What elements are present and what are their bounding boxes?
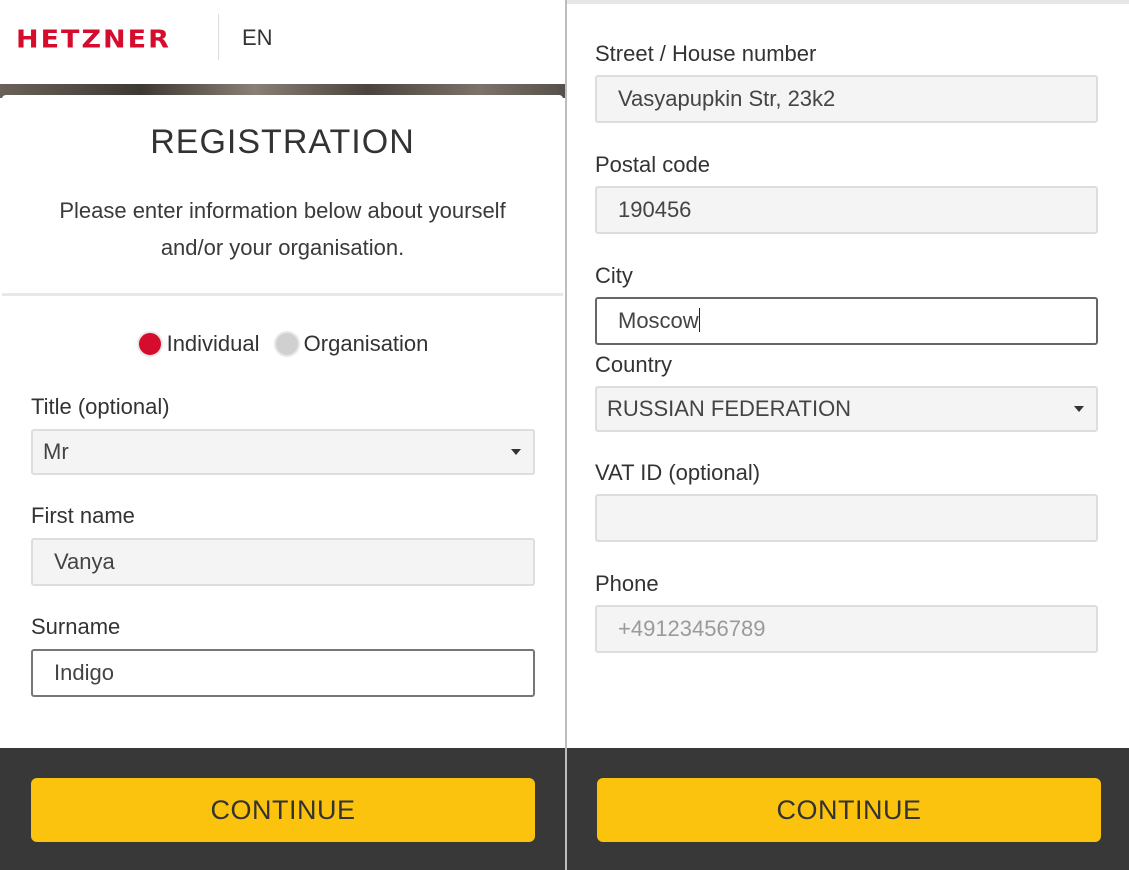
first-name-input[interactable]: Vanya bbox=[31, 538, 535, 586]
vat-id-label: VAT ID (optional) bbox=[595, 460, 761, 485]
street-label: Street / House number bbox=[595, 41, 817, 66]
phone-input[interactable]: +49123456789 bbox=[595, 605, 1098, 653]
radio-organisation[interactable]: Organisation bbox=[273, 331, 429, 357]
city-label: City bbox=[595, 263, 633, 288]
country-label: Country bbox=[595, 352, 673, 377]
postal-code-input[interactable]: 190456 bbox=[595, 186, 1098, 234]
header-divider bbox=[218, 14, 219, 60]
registration-card: REGISTRATION Please enter information be… bbox=[2, 95, 563, 755]
radio-organisation-label: Organisation bbox=[303, 331, 429, 356]
title-select[interactable]: Mr bbox=[31, 429, 535, 475]
continue-button[interactable]: CONTINUE bbox=[597, 778, 1101, 842]
title-select-value: Mr bbox=[43, 439, 69, 464]
page-subtitle: Please enter information below about you… bbox=[32, 192, 533, 266]
chevron-down-icon bbox=[1074, 406, 1084, 412]
first-name-label: First name bbox=[31, 503, 135, 528]
language-selector[interactable]: EN bbox=[242, 25, 273, 51]
subtitle-line-2: and/or your organisation. bbox=[160, 235, 405, 260]
text-cursor bbox=[698, 308, 700, 332]
subtitle-line-1: Please enter information below about you… bbox=[59, 198, 506, 223]
surname-label: Surname bbox=[31, 614, 121, 639]
title-label: Title (optional) bbox=[31, 394, 170, 419]
country-select-value: RUSSIAN FEDERATION bbox=[607, 396, 852, 421]
registration-panel-left: HETZNER EN REGISTRATION Please enter inf… bbox=[0, 0, 565, 870]
footer-bar: CONTINUE bbox=[567, 748, 1129, 870]
continue-button[interactable]: CONTINUE bbox=[31, 778, 535, 842]
account-type-radio-group: Individual Organisation bbox=[2, 331, 563, 363]
street-input[interactable]: Vasyapupkin Str, 23k2 bbox=[595, 75, 1098, 123]
postal-code-label: Postal code bbox=[595, 152, 710, 177]
country-select[interactable]: RUSSIAN FEDERATION bbox=[595, 386, 1098, 432]
radio-individual[interactable]: Individual bbox=[136, 331, 260, 357]
chevron-down-icon bbox=[511, 449, 521, 455]
city-input[interactable]: Moscow bbox=[595, 297, 1098, 345]
surname-input[interactable]: Indigo bbox=[31, 649, 535, 697]
footer-bar: CONTINUE bbox=[0, 748, 565, 870]
top-header: HETZNER EN bbox=[0, 0, 565, 84]
registration-panel-right: Street / House number Vasyapupkin Str, 2… bbox=[567, 0, 1129, 870]
section-divider bbox=[2, 293, 563, 296]
radio-individual-label: Individual bbox=[166, 331, 260, 356]
page-title: REGISTRATION bbox=[150, 123, 415, 161]
city-input-value: Moscow bbox=[618, 308, 699, 333]
vat-id-input[interactable] bbox=[595, 494, 1098, 542]
phone-label: Phone bbox=[595, 571, 659, 596]
radio-unselected-icon[interactable] bbox=[273, 331, 300, 357]
radio-selected-icon[interactable] bbox=[136, 331, 163, 357]
hetzner-logo[interactable]: HETZNER bbox=[16, 25, 171, 54]
